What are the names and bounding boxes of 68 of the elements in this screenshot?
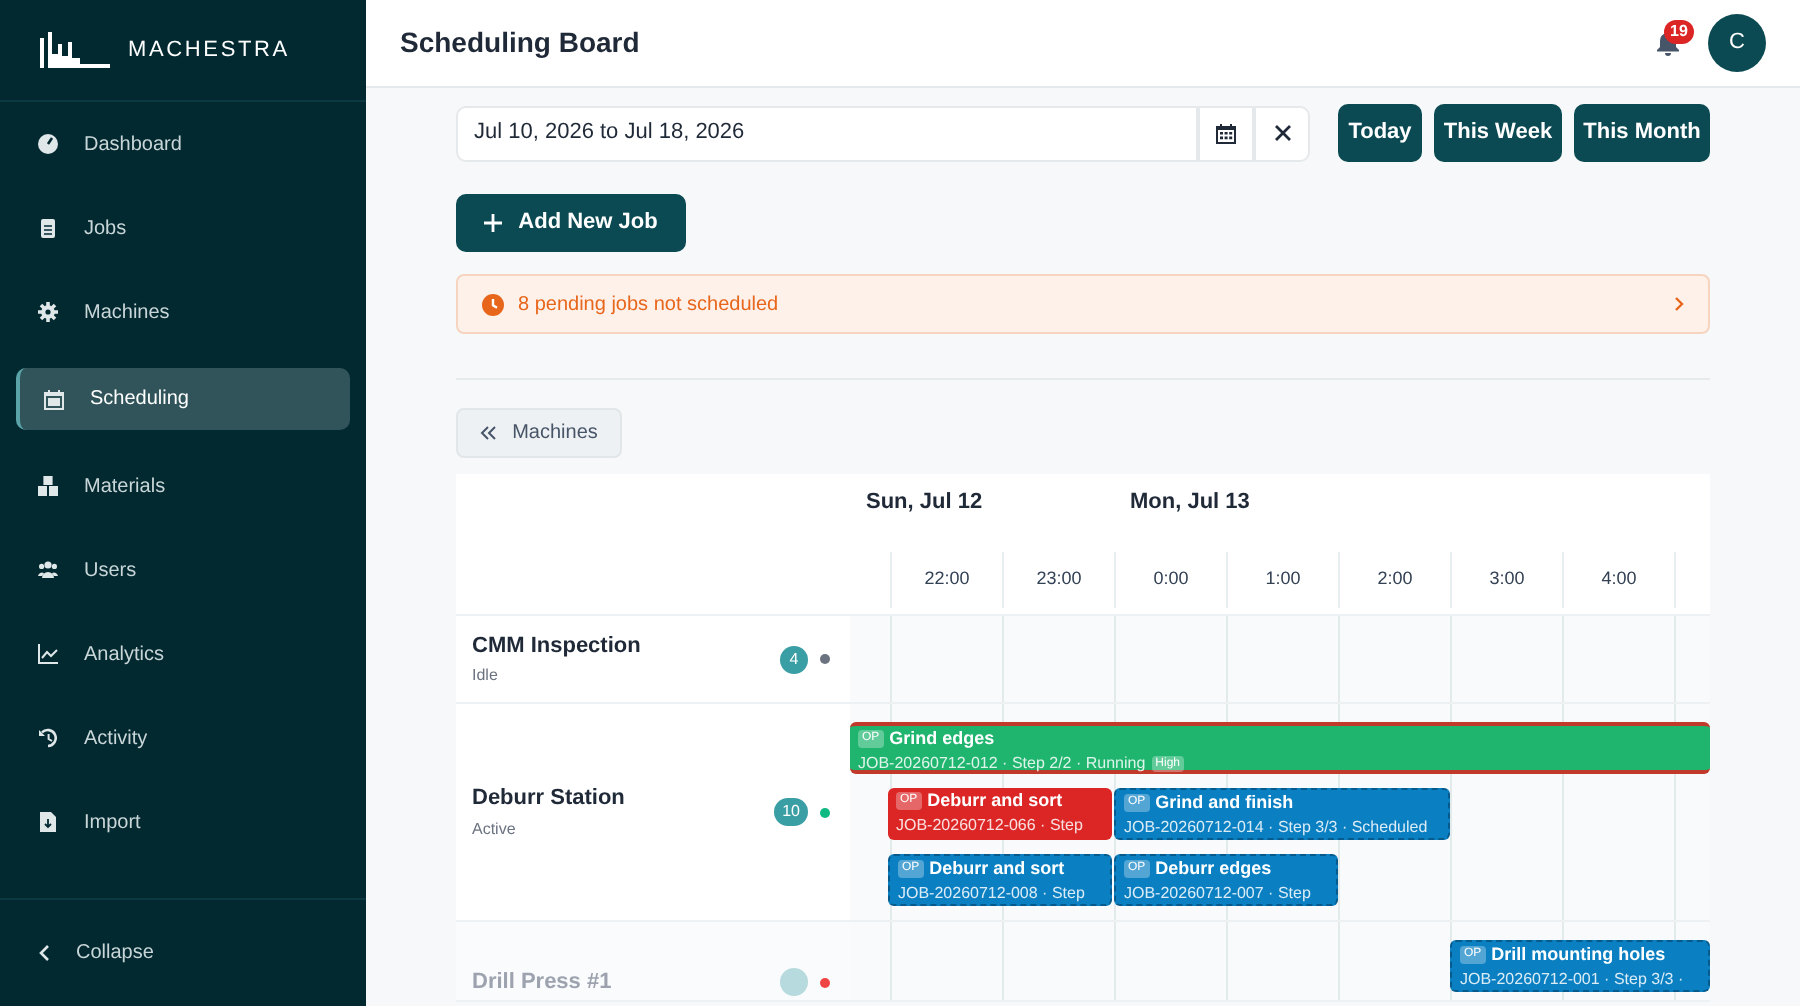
- nav-item[interactable]: Analytics: [16, 626, 350, 682]
- date-range-field[interactable]: Jul 10, 2026 to Jul 18, 2026: [456, 105, 1198, 161]
- hour-label: 3:00: [1489, 566, 1525, 593]
- job-title: Deburr and sort: [927, 787, 1063, 814]
- close-icon: [1273, 124, 1291, 142]
- day-label: Mon, Jul 13: [1130, 488, 1250, 518]
- clipboard-icon: [38, 218, 58, 238]
- file-icon: [38, 812, 58, 832]
- double-chevron-left-icon: [480, 426, 497, 440]
- job-title: Deburr and sort: [929, 855, 1065, 882]
- machines-toggle-button[interactable]: Machines: [456, 408, 622, 458]
- job-count-badge: 10: [774, 798, 808, 826]
- job-details: JOB-20260712-007 · Step: [1124, 882, 1311, 906]
- nav-item[interactable]: Scheduling: [16, 368, 350, 430]
- plus-icon: [484, 214, 503, 232]
- brand-name: MACHESTRA: [128, 35, 290, 66]
- add-new-job-button[interactable]: Add New Job: [456, 194, 686, 252]
- nav-item[interactable]: Import: [16, 794, 350, 850]
- hour-label: 22:00: [924, 566, 970, 593]
- machine-name: CMM Inspection: [472, 631, 641, 662]
- nav-item[interactable]: Dashboard: [16, 116, 350, 172]
- boxes-icon: [38, 476, 58, 496]
- chevron-left-icon: [38, 944, 50, 962]
- nav-item[interactable]: Machines: [16, 284, 350, 340]
- factory-logo-icon: [36, 32, 112, 68]
- line-chart-icon: [38, 644, 58, 664]
- calendar-icon: [1216, 123, 1236, 143]
- hour-label: 23:00: [1036, 566, 1082, 593]
- calendar-icon: [44, 389, 64, 409]
- date-preset-button[interactable]: Today: [1338, 104, 1422, 162]
- nav-item[interactable]: Activity: [16, 710, 350, 766]
- hour-label: 2:00: [1377, 566, 1413, 593]
- machine-status: Idle: [472, 664, 500, 689]
- nav-item[interactable]: Users: [16, 542, 350, 598]
- hour-label: 0:00: [1153, 566, 1189, 593]
- notification-badge: 19: [1664, 20, 1694, 44]
- job-count-badge: 4: [780, 645, 808, 673]
- job-details: JOB-20260712-001 · Step 3/3 ·: [1460, 968, 1684, 992]
- chevron-right-icon: [1674, 296, 1684, 312]
- user-avatar[interactable]: C: [1708, 14, 1766, 72]
- gear-icon: [38, 302, 58, 322]
- job-details: JOB-20260712-066 · Step: [896, 814, 1083, 838]
- machine-name: Deburr Station: [472, 784, 625, 815]
- users-icon: [38, 560, 58, 580]
- hour-label: 4:00: [1601, 566, 1637, 593]
- page-title: Scheduling Board: [400, 24, 640, 62]
- machine-name: Drill Press #1: [472, 967, 612, 997]
- nav-item[interactable]: Materials: [16, 458, 350, 514]
- date-preset-button[interactable]: This Week: [1434, 104, 1562, 162]
- machine-status: Active: [472, 817, 518, 842]
- job-details: JOB-20260712-012 · Step 2/2 · Running: [858, 752, 1146, 776]
- hour-label: 1:00: [1265, 566, 1301, 593]
- day-label: Sun, Jul 12: [866, 488, 983, 518]
- clear-button[interactable]: [1254, 105, 1310, 161]
- date-preset-button[interactable]: This Month: [1574, 104, 1710, 162]
- job-title: Drill mounting holes: [1491, 941, 1666, 968]
- clock-icon: [482, 293, 504, 315]
- collapse-button[interactable]: Collapse: [38, 938, 154, 968]
- calendar-button[interactable]: [1198, 105, 1254, 161]
- job-title: Grind edges: [889, 725, 995, 752]
- history-icon: [38, 728, 58, 748]
- job-title: Grind and finish: [1155, 789, 1294, 816]
- job-details: JOB-20260712-008 · Step: [898, 882, 1085, 906]
- job-count-badge: [780, 968, 808, 996]
- job-title: Deburr edges: [1155, 855, 1272, 882]
- job-details: JOB-20260712-014 · Step 3/3 · Scheduled: [1124, 816, 1428, 840]
- gauge-icon: [38, 134, 58, 154]
- nav-item[interactable]: Jobs: [16, 200, 350, 256]
